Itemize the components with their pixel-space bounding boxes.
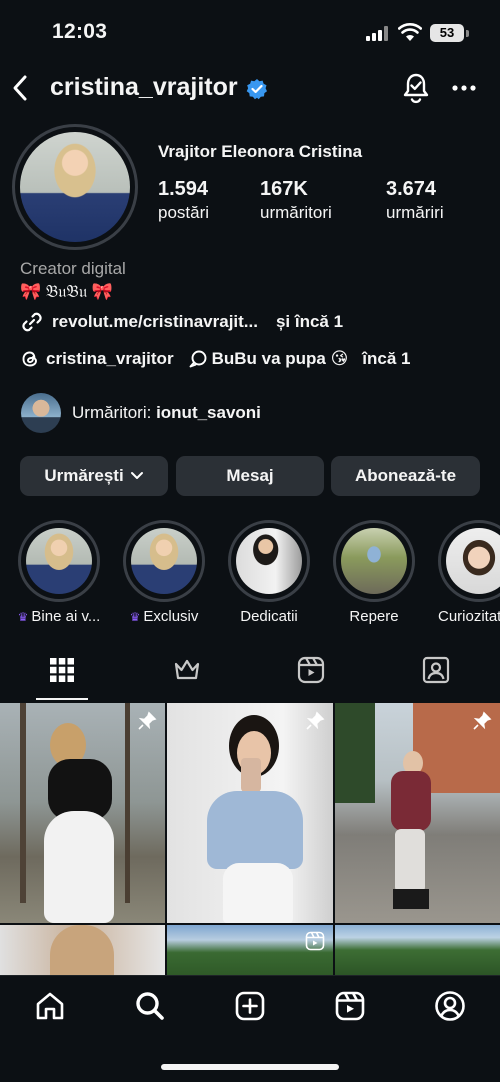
wifi-icon <box>398 23 422 41</box>
grid-post[interactable] <box>0 925 165 975</box>
profile-icon[interactable] <box>434 990 466 1022</box>
reels-icon[interactable] <box>334 990 366 1022</box>
profile-avatar[interactable] <box>20 132 130 242</box>
threads-row[interactable]: cristina_vrajitor BuBu va pupa 😘 încă 1 <box>20 349 411 369</box>
following-button-label: Urmărești <box>44 466 124 485</box>
broadcast-channel-icon <box>189 350 207 368</box>
highlight-item[interactable]: Curiozitati <box>438 520 500 625</box>
active-tab-indicator <box>36 698 88 700</box>
mutual-follower-name[interactable]: ionut_savoni <box>156 403 261 422</box>
followers-label[interactable]: urmăritori <box>260 203 332 223</box>
home-icon[interactable] <box>34 990 66 1022</box>
channel-more[interactable]: încă 1 <box>362 349 410 369</box>
threads-handle[interactable]: cristina_vrajitor <box>46 349 174 369</box>
grid-post[interactable] <box>167 925 333 975</box>
crown-icon: ♛ <box>129 610 141 624</box>
highlight-cover <box>341 528 407 594</box>
highlight-item[interactable]: Dedicatii <box>228 520 310 625</box>
highlight-label: Bine ai v... <box>31 608 101 625</box>
profile-link-row[interactable]: revolut.me/cristinavrajit... și încă 1 <box>20 310 343 334</box>
profile-link[interactable]: revolut.me/cristinavrajit... <box>52 312 258 332</box>
highlight-label: Dedicatii <box>240 608 298 625</box>
highlight-item[interactable]: Repere <box>333 520 415 625</box>
highlight-item[interactable]: ♛ Bine ai v... <box>18 520 100 625</box>
channel-name[interactable]: BuBu va pupa 😘 <box>212 349 349 369</box>
highlight-cover <box>236 528 302 594</box>
more-options-icon[interactable] <box>450 74 478 102</box>
search-icon[interactable] <box>134 990 166 1022</box>
back-icon[interactable] <box>10 74 30 102</box>
message-button[interactable]: Mesaj <box>176 456 324 496</box>
create-post-icon[interactable] <box>234 990 266 1022</box>
message-button-label: Mesaj <box>226 466 274 485</box>
profile-category: Creator digital <box>20 259 126 278</box>
chevron-down-icon <box>130 472 143 479</box>
following-button[interactable]: Urmărești <box>20 456 168 496</box>
profile-full-name: Vrajitor Eleonora Cristina <box>158 142 363 161</box>
following-label[interactable]: urmăriri <box>386 203 444 223</box>
subscribe-button[interactable]: Abonează-te <box>331 456 480 496</box>
highlight-cover <box>131 528 197 594</box>
highlight-label: Curiozitati <box>438 608 500 625</box>
subscribe-button-label: Abonează-te <box>354 466 457 485</box>
posts-grid-tab-icon[interactable] <box>48 656 76 684</box>
highlight-label: Exclusiv <box>143 608 199 625</box>
highlight-label: Repere <box>349 608 399 625</box>
grid-post[interactable] <box>335 703 500 923</box>
mutual-followers-text[interactable]: Urmăritori: ionut_savoni <box>72 403 261 423</box>
profile-username: cristina_vrajitor <box>50 73 238 101</box>
profile-link-more[interactable]: și încă 1 <box>276 312 343 332</box>
highlight-item[interactable]: ♛ Exclusiv <box>123 520 205 625</box>
followers-count[interactable]: 167K <box>260 178 308 201</box>
highlight-cover <box>26 528 92 594</box>
grid-post[interactable] <box>167 703 333 923</box>
mutual-followers-prefix: Urmăritori: <box>72 403 157 422</box>
reel-icon <box>305 931 325 951</box>
battery-indicator: 53 <box>430 24 464 42</box>
grid-post[interactable] <box>335 925 500 975</box>
tagged-tab-icon[interactable] <box>422 656 450 684</box>
crown-icon: ♛ <box>17 610 29 624</box>
highlight-cover <box>446 528 500 594</box>
profile-bio: 🎀 𝔅𝔲𝔅𝔲 🎀 <box>20 282 114 301</box>
verified-badge-icon <box>246 79 267 100</box>
threads-icon <box>22 351 37 367</box>
subscriber-content-tab-icon[interactable] <box>172 656 202 684</box>
battery-tip <box>466 30 469 37</box>
link-icon <box>22 312 42 332</box>
pinned-icon <box>473 711 492 730</box>
status-time: 12:03 <box>52 20 108 43</box>
posts-count[interactable]: 1.594 <box>158 178 208 201</box>
mutual-follower-avatar[interactable] <box>21 393 61 433</box>
reels-tab-icon[interactable] <box>297 656 325 684</box>
pinned-icon <box>138 711 157 730</box>
grid-post[interactable] <box>0 703 165 923</box>
posts-label[interactable]: postări <box>158 203 209 223</box>
home-indicator <box>161 1064 339 1070</box>
pinned-icon <box>306 711 325 730</box>
following-count[interactable]: 3.674 <box>386 178 436 201</box>
cellular-signal-icon <box>366 25 388 41</box>
notification-bell-icon[interactable] <box>402 72 430 104</box>
